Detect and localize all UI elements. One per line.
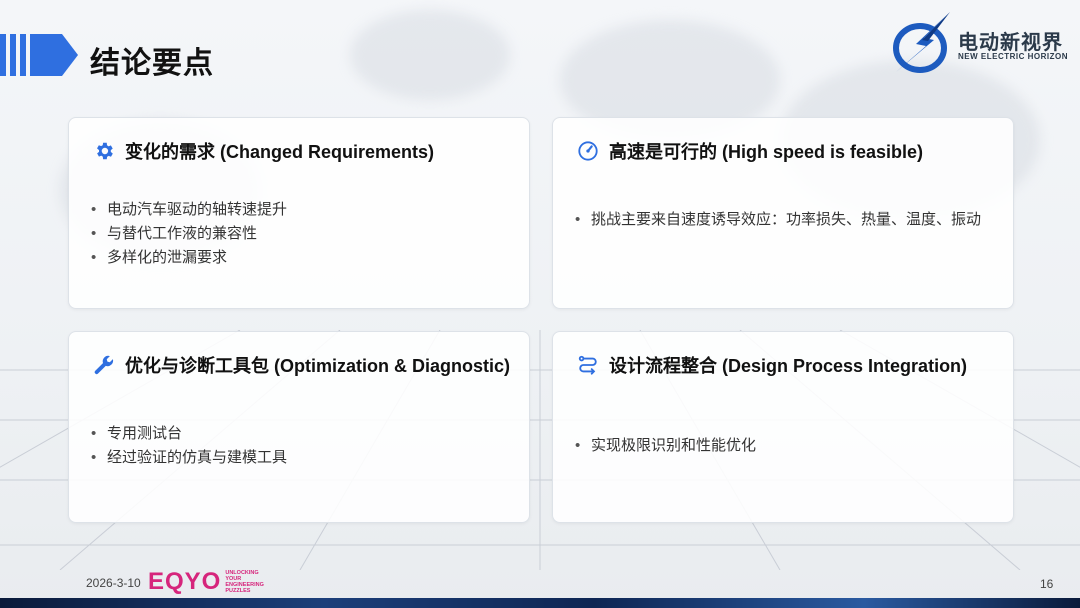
process-flow-icon — [577, 354, 599, 376]
list-item: 挑战主要来自速度诱导效应：功率损失、热量、温度、振动 — [575, 208, 989, 232]
bottom-decorative-strip — [0, 598, 1080, 608]
brand-tagline: UNLOCKING YOUR ENGINEERING PUZZLES — [225, 570, 264, 594]
gear-icon — [93, 140, 115, 162]
logo-tagline: NEW ELECTRIC HORIZON — [958, 52, 1068, 61]
speedometer-icon — [577, 140, 599, 162]
list-item: 电动汽车驱动的轴转速提升 — [91, 198, 505, 222]
brand-name: EQYO — [148, 568, 222, 595]
title-accent-bar — [0, 34, 80, 76]
bullet-list: 专用测试台 经过验证的仿真与建模工具 — [91, 422, 505, 470]
page-title: 结论要点 — [90, 47, 214, 80]
logo-name: 电动新视界 — [958, 32, 1063, 54]
card-title: 变化的需求 (Changed Requirements) — [125, 142, 435, 162]
company-logo: 电动新视界 NEW ELECTRIC HORIZON — [888, 10, 1078, 76]
card-high-speed-feasible: 高速是可行的 (High speed is feasible) 挑战主要来自速度… — [552, 117, 1014, 309]
list-item: 多样化的泄漏要求 — [91, 246, 505, 270]
card-title: 高速是可行的 (High speed is feasible) — [609, 142, 924, 162]
wrench-icon — [93, 354, 115, 376]
card-title: 设计流程整合 (Design Process Integration) — [609, 356, 968, 376]
bullet-list: 实现极限识别和性能优化 — [575, 434, 989, 458]
bullet-list: 挑战主要来自速度诱导效应：功率损失、热量、温度、振动 — [575, 208, 989, 232]
list-item: 专用测试台 — [91, 422, 505, 446]
lightning-globe-icon — [893, 12, 950, 73]
card-design-process-integration: 设计流程整合 (Design Process Integration) 实现极限… — [552, 331, 1014, 523]
list-item: 经过验证的仿真与建模工具 — [91, 446, 505, 470]
card-title: 优化与诊断工具包 (Optimization & Diagnostic) — [125, 356, 510, 376]
card-changed-requirements: 变化的需求 (Changed Requirements) 电动汽车驱动的轴转速提… — [68, 117, 530, 309]
card-optimization-diagnostic: 优化与诊断工具包 (Optimization & Diagnostic) 专用测… — [68, 331, 530, 523]
page-number: 16 — [1040, 577, 1054, 591]
list-item: 与替代工作液的兼容性 — [91, 222, 505, 246]
list-item: 实现极限识别和性能优化 — [575, 434, 989, 458]
brand-logo: EQYO UNLOCKING YOUR ENGINEERING PUZZLES — [148, 568, 264, 595]
footer-date: 2026-3-10 — [86, 576, 141, 590]
bullet-list: 电动汽车驱动的轴转速提升 与替代工作液的兼容性 多样化的泄漏要求 — [91, 198, 505, 270]
